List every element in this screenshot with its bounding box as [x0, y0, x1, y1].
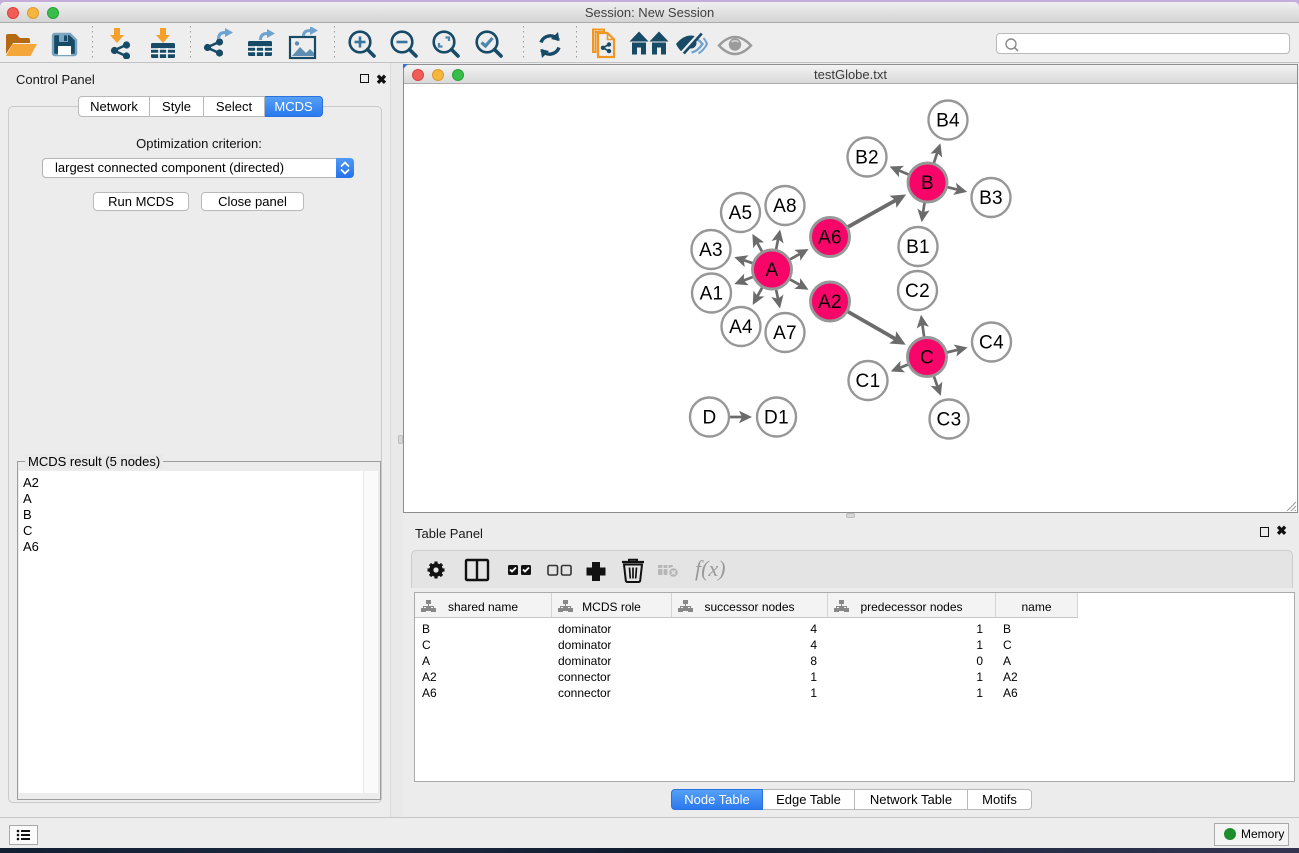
- svg-text:A2: A2: [818, 292, 842, 313]
- svg-text:f(x): f(x): [695, 556, 726, 581]
- svg-text:B4: B4: [936, 111, 960, 132]
- svg-text:B2: B2: [855, 148, 879, 169]
- svg-text:A7: A7: [773, 323, 797, 344]
- svg-text:C3: C3: [937, 410, 962, 431]
- svg-text:A8: A8: [773, 196, 797, 217]
- svg-text:A4: A4: [729, 317, 753, 338]
- svg-text:B: B: [921, 173, 934, 194]
- svg-text:C1: C1: [856, 371, 881, 392]
- svg-text:A: A: [766, 260, 779, 281]
- svg-text:A1: A1: [700, 284, 724, 305]
- svg-text:C: C: [920, 348, 934, 369]
- svg-text:B3: B3: [979, 188, 1003, 209]
- svg-text:D: D: [702, 408, 716, 429]
- svg-text:A5: A5: [729, 203, 753, 224]
- svg-text:A3: A3: [699, 240, 723, 261]
- svg-text:A6: A6: [818, 228, 842, 249]
- svg-text:D1: D1: [764, 408, 789, 429]
- svg-text:C2: C2: [905, 281, 930, 302]
- svg-text:B1: B1: [906, 237, 930, 258]
- svg-text:C4: C4: [979, 333, 1004, 354]
